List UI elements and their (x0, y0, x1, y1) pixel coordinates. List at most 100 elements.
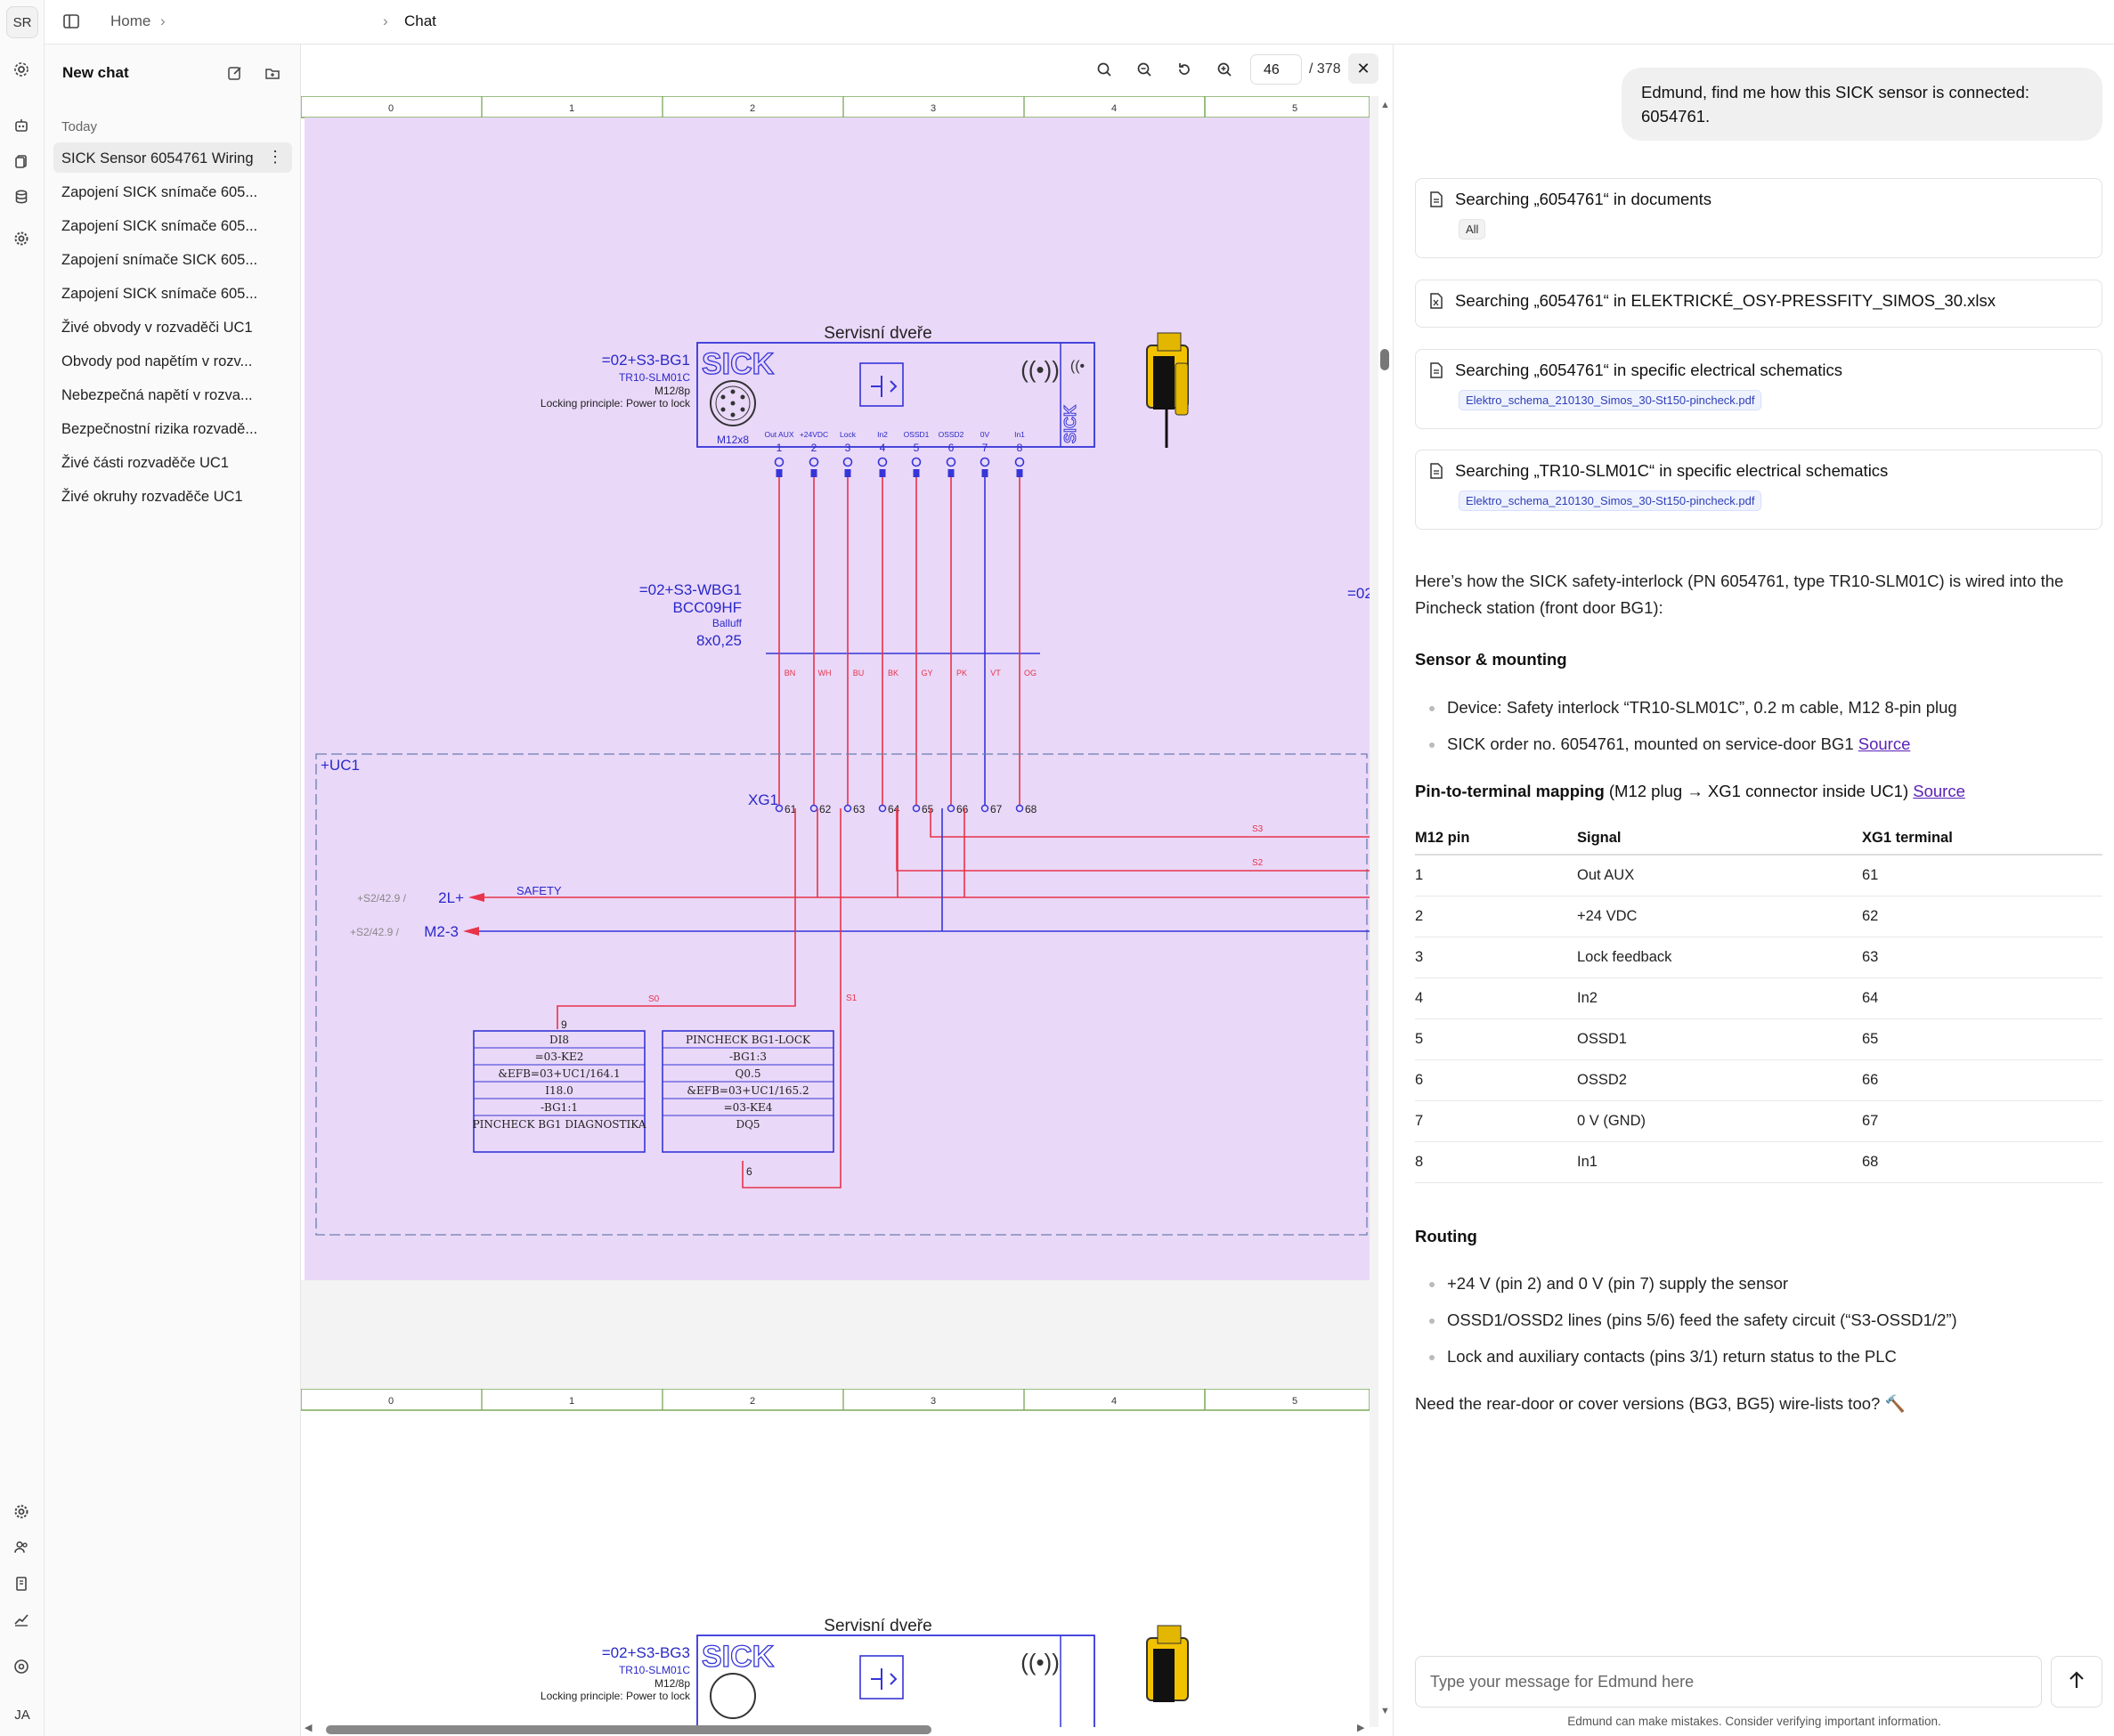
tool-call-text: Searching „6054761“ in specific electric… (1455, 361, 1842, 379)
table-cell: 0 V (GND) (1577, 1100, 1862, 1142)
database-icon[interactable] (12, 187, 31, 207)
schematic-title: Servisní dveře (824, 324, 931, 343)
wire-color: OG (1024, 669, 1037, 677)
close-viewer-button[interactable]: ✕ (1348, 53, 1378, 84)
chat-item-label: Zapojení snímače SICK 605... (61, 252, 258, 268)
table-cell: +24 VDC (1577, 896, 1862, 937)
cable-size: 8x0,25 (696, 632, 742, 649)
workspace-avatar[interactable]: SR (6, 6, 38, 38)
safety-label: SAFETY (516, 884, 562, 897)
rotate-icon[interactable] (1172, 57, 1197, 82)
box2-pin: 6 (746, 1165, 752, 1178)
tool-call-3[interactable]: Searching „6054761“ in specific electric… (1415, 349, 2102, 429)
sidebar-chat-item[interactable]: Zapojení SICK snímače 605... (53, 278, 292, 308)
box-row: -BG1:3 (729, 1051, 767, 1063)
more-options-icon[interactable]: ⋮ (267, 148, 283, 166)
sidebar-chat-item[interactable]: Zapojení SICK snímače 605... (53, 210, 292, 240)
box-row: I18.0 (545, 1084, 573, 1097)
box-row: PINCHECK BG1-LOCK (686, 1034, 811, 1046)
file-chip[interactable]: Elektro_schema_210130_Simos_30-St150-pin… (1459, 491, 1762, 511)
source-link[interactable]: Source (1858, 734, 1911, 753)
pin-number: 5 (914, 442, 920, 454)
pin-label: OSSD2 (939, 430, 964, 439)
document-icon (1428, 361, 1444, 384)
message-input[interactable]: Type your message for Edmund here (1415, 1656, 2042, 1708)
compose-icon[interactable] (224, 62, 246, 84)
terminal-number: 67 (990, 803, 1003, 815)
cog-icon[interactable] (12, 1502, 31, 1521)
settings-icon[interactable] (12, 60, 31, 79)
close-icon: ✕ (1356, 59, 1370, 77)
scope-chip: All (1459, 219, 1486, 239)
tool-call-1[interactable]: Searching „6054761“ in documents All (1415, 178, 2102, 258)
pin-label: In2 (877, 430, 888, 439)
pin-marker (913, 469, 920, 477)
vertical-scrollbar[interactable]: ▲ ▼ (1377, 98, 1393, 1720)
terminal-point (1015, 804, 1024, 813)
documents-icon[interactable] (12, 151, 31, 171)
wire-color: PK (956, 669, 967, 677)
pin-terminal (980, 457, 990, 467)
sick-logo-vertical: SICK (1061, 405, 1079, 443)
page-number-input[interactable]: 46 (1250, 54, 1302, 85)
file-chip[interactable]: Elektro_schema_210130_Simos_30-St150-pin… (1459, 390, 1762, 410)
table-row: 4 In2 64 (1415, 978, 2102, 1019)
sidebar-chat-item[interactable]: Bezpečnostní rizika rozvadě... (53, 413, 292, 443)
zoom-out-icon[interactable] (1132, 57, 1157, 82)
users-icon[interactable] (12, 1537, 31, 1557)
device-connector: M12/8p (655, 385, 690, 397)
document-canvas[interactable]: 0 1 2 3 4 5 Servisní dveře =02+S3-BG1 TR10-SL… (301, 96, 1378, 1727)
breadcrumb-home[interactable]: Home (110, 12, 150, 30)
table-header: Signal (1577, 823, 1862, 856)
bot-icon[interactable] (12, 116, 31, 135)
sidebar-chat-item[interactable]: Zapojení SICK snímače 605... (53, 176, 292, 207)
wire-color: BN (785, 669, 796, 677)
chat-item-label: Živé části rozvaděče UC1 (61, 455, 229, 471)
wire-color: GY (921, 669, 932, 677)
sidebar-toggle-icon[interactable] (62, 12, 80, 35)
answer-intro: Here’s how the SICK safety-interlock (PN… (1415, 572, 2064, 617)
new-chat-button[interactable]: New chat (62, 64, 129, 82)
table-row: 6 OSSD2 66 (1415, 1059, 2102, 1101)
search-icon[interactable] (1092, 57, 1117, 82)
spreadsheet-icon (1428, 292, 1444, 314)
horizontal-scroll-thumb[interactable] (326, 1725, 931, 1734)
tool-call-2[interactable]: Searching „6054761“ in ELEKTRICKÉ_OSY-PR… (1415, 280, 2102, 328)
table-cell: Lock feedback (1577, 937, 1862, 978)
sidebar-chat-item[interactable]: Nebezpečná napětí v rozva... (53, 379, 292, 410)
terminal-number: 68 (1025, 803, 1037, 815)
vertical-scroll-thumb[interactable] (1380, 349, 1389, 370)
tool-call-4[interactable]: Searching „TR10-SLM01C“ in specific elec… (1415, 450, 2102, 530)
new-folder-icon[interactable] (262, 62, 283, 84)
tag-s2: S2 (1252, 858, 1264, 868)
horizontal-scrollbar[interactable]: ◀ ▶ (301, 1720, 1378, 1736)
analytics-icon[interactable] (12, 1610, 31, 1629)
pin-marker (981, 469, 988, 477)
sidebar-chat-item[interactable]: Živé části rozvaděče UC1 (53, 447, 292, 477)
sidebar-chat-item[interactable]: Zapojení snímače SICK 605... (53, 244, 292, 274)
source-link[interactable]: Source (1913, 782, 1965, 800)
pin-marker (776, 469, 783, 477)
arrow-up-icon (2068, 1670, 2086, 1694)
net-ref-2: +S2/42.9 / (350, 926, 400, 938)
pin-label: +24VDC (800, 430, 828, 439)
user-avatar[interactable]: JA (6, 1699, 38, 1731)
box-row: -BG1:1 (541, 1101, 578, 1114)
tag-s0: S0 (648, 994, 660, 1004)
pin-terminal (1014, 457, 1025, 467)
pin-number: 1 (776, 442, 783, 454)
zoom-in-icon[interactable] (1212, 57, 1237, 82)
send-button[interactable] (2051, 1656, 2102, 1708)
sidebar-chat-item[interactable]: Obvody pod napětím v rozv... (53, 345, 292, 376)
gear-icon[interactable] (12, 229, 31, 248)
sidebar-chat-item[interactable]: Živé obvody v rozvaděči UC1 (53, 312, 292, 342)
rfid-small-icon: ((• (1070, 359, 1085, 374)
sidebar-chat-item[interactable]: SICK Sensor 6054761 Wiring ⋮ (53, 142, 292, 173)
help-icon[interactable] (12, 1657, 31, 1676)
pin-marker (844, 469, 851, 477)
building-icon[interactable] (12, 1574, 31, 1594)
wire-color: BK (888, 669, 898, 677)
table-row: 2 +24 VDC 62 (1415, 896, 2102, 937)
sidebar-chat-item[interactable]: Živé okruhy rozvaděče UC1 (53, 481, 292, 511)
sensor-bullet-1: Device: Safety interlock “TR10-SLM01C”, … (1429, 698, 1957, 717)
